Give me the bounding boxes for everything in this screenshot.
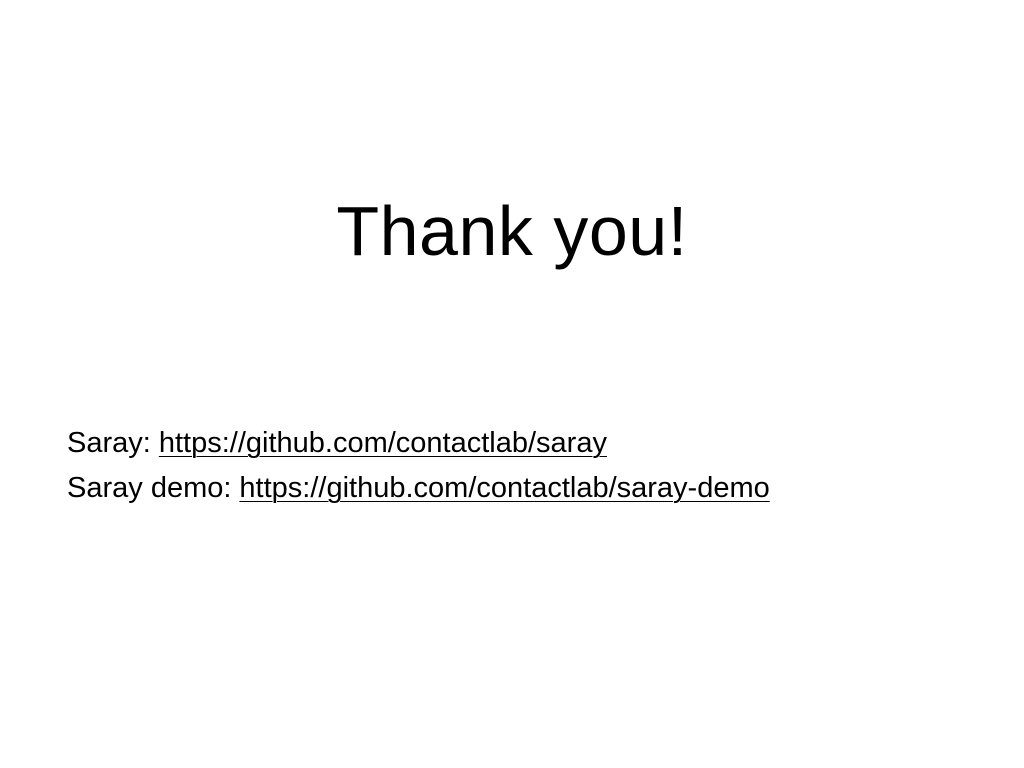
link-row-saray: Saray: https://github.com/contactlab/sara… (67, 421, 1007, 466)
saray-demo-link[interactable]: https://github.com/contactlab/saray-demo (239, 472, 769, 504)
slide: Thank you! Saray: https://github.com/cont… (0, 0, 1024, 768)
links-block: Saray: https://github.com/contactlab/sara… (67, 421, 1007, 511)
link-label-saray-demo: Saray demo: (67, 472, 232, 504)
link-row-saray-demo: Saray demo: https://github.com/contactlab… (67, 466, 1007, 511)
link-label-saray: Saray: (67, 427, 151, 459)
slide-title: Thank you! (336, 192, 688, 270)
saray-link[interactable]: https://github.com/contactlab/saray (159, 427, 607, 459)
